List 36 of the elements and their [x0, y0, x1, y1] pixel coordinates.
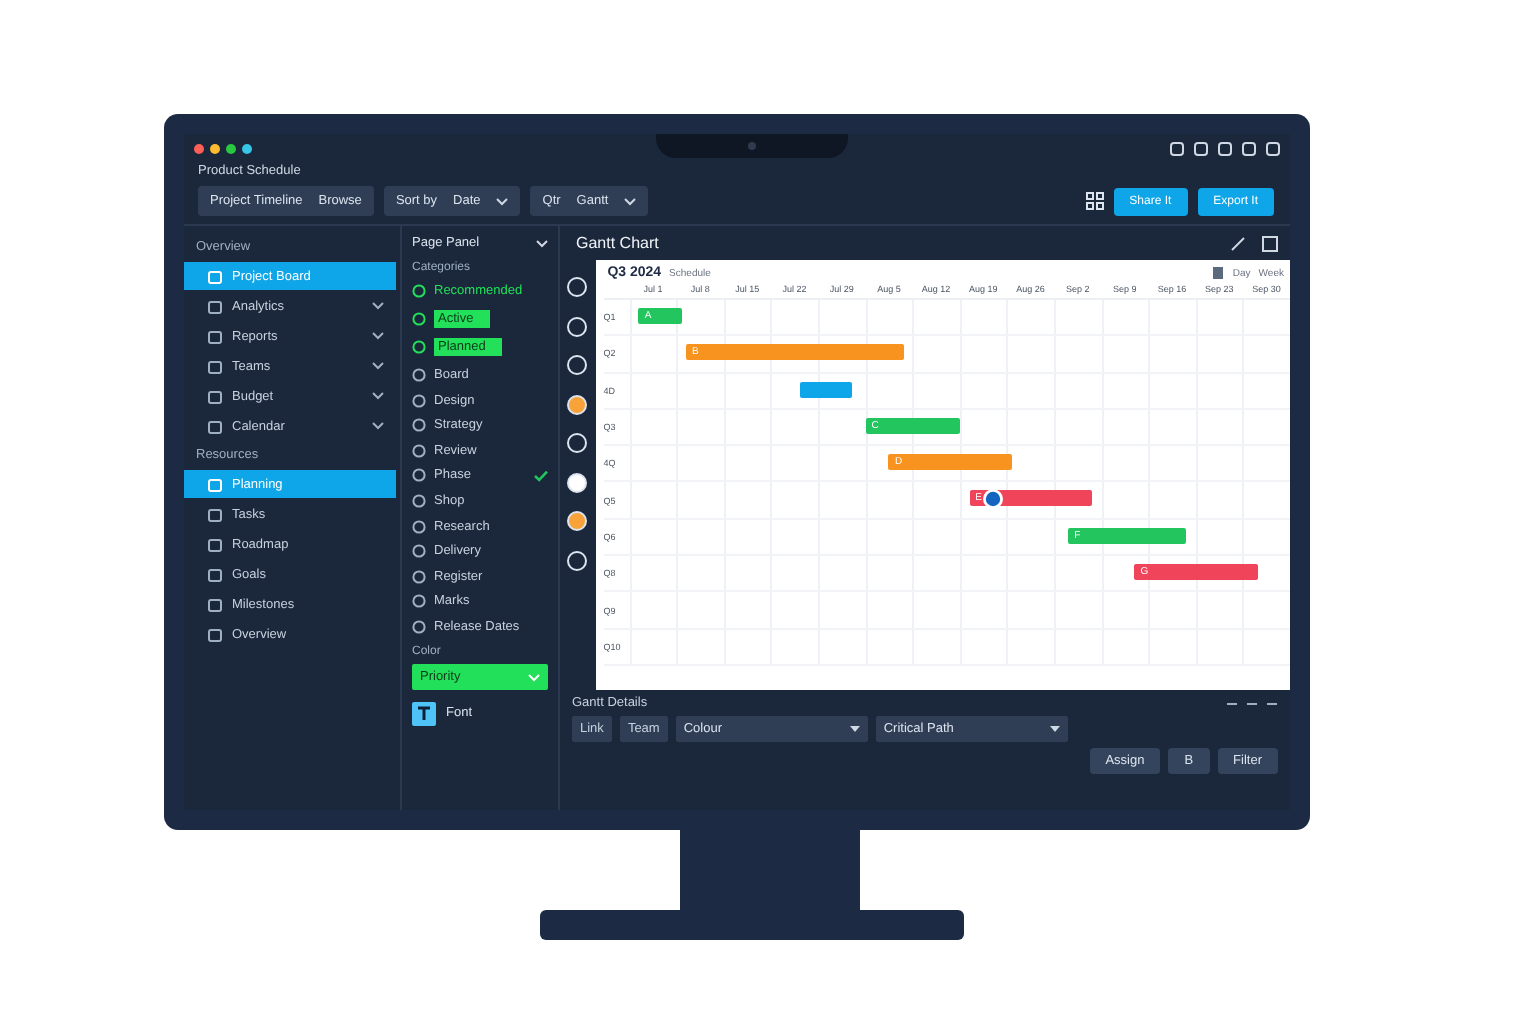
circle-icon	[412, 311, 426, 326]
circle-icon	[412, 418, 426, 433]
caret-icon	[849, 726, 860, 732]
circle-icon	[412, 619, 426, 634]
circle-icon[interactable]	[566, 510, 589, 532]
circle-icon	[412, 393, 426, 408]
circle-icon	[412, 519, 426, 534]
avatar-icon[interactable]	[981, 487, 1004, 510]
pen-icon[interactable]	[1230, 235, 1246, 251]
window-dot[interactable]	[210, 143, 220, 153]
circle-icon	[412, 493, 426, 508]
circle-icon[interactable]	[566, 315, 589, 337]
font-icon[interactable]	[412, 701, 436, 726]
chevron-icon	[528, 673, 540, 682]
circle-icon	[412, 594, 426, 609]
circle-icon	[412, 443, 426, 458]
chart-title: Gantt Chart	[576, 234, 659, 252]
caret-icon	[1049, 726, 1060, 732]
circle-icon	[412, 569, 426, 584]
task-bar[interactable]	[799, 381, 852, 398]
circle-icon[interactable]	[566, 471, 589, 493]
circle-icon	[412, 544, 426, 559]
circle-icon[interactable]	[566, 549, 589, 571]
circle-icon[interactable]	[566, 354, 589, 376]
circle-icon[interactable]	[566, 432, 589, 454]
circle-icon	[412, 340, 426, 355]
window-dot[interactable]	[242, 143, 252, 153]
window-dot[interactable]	[226, 143, 236, 153]
chevron-icon[interactable]	[536, 239, 548, 247]
grid-icon[interactable]	[1085, 192, 1104, 210]
window-dot[interactable]	[194, 143, 204, 153]
circle-icon[interactable]	[566, 276, 589, 298]
circle-icon	[412, 468, 426, 483]
circle-icon	[412, 284, 426, 299]
circle-icon	[412, 367, 426, 382]
circle-icon[interactable]	[566, 393, 589, 415]
